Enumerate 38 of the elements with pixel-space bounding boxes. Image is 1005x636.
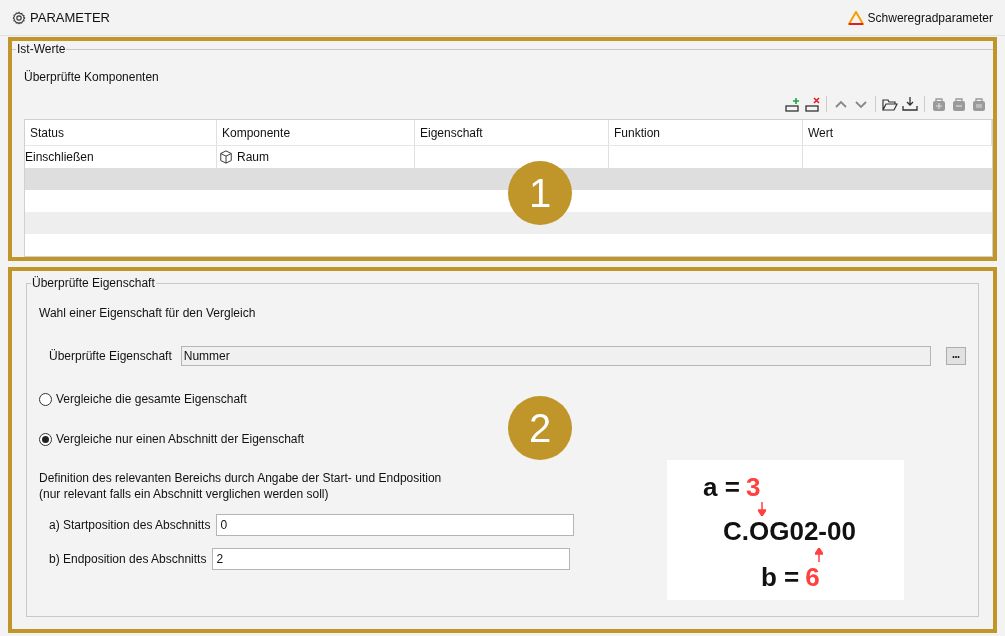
example-code: C.OG02-00 xyxy=(723,518,857,544)
column-header[interactable]: Status xyxy=(25,120,217,145)
radio-button[interactable] xyxy=(39,392,52,406)
component-name: Raum xyxy=(237,149,269,166)
position-field[interactable]: 0 xyxy=(216,514,575,536)
description-text: (nur relevant falls ein Abschnitt verglichen werden soll) xyxy=(39,486,330,502)
panel-title: PARAMETER xyxy=(30,8,110,27)
group-legend: Überprüfte Eigenschaft xyxy=(31,276,156,290)
property-field[interactable]: Nummer xyxy=(180,346,931,366)
cube-icon xyxy=(219,150,233,164)
parameter-link[interactable]: Schweregradparameter xyxy=(867,8,993,27)
section-heading: Überprüfte Komponenten xyxy=(24,69,160,86)
section-heading: Wahl einer Eigenschaft für den Vergleich xyxy=(39,305,257,322)
formula-label: a = xyxy=(703,474,740,500)
remove-row-icon[interactable] xyxy=(804,95,820,112)
column-header[interactable]: Wert xyxy=(803,120,992,145)
formula-label: b = xyxy=(761,564,800,590)
gear-icon xyxy=(12,10,26,25)
column-header[interactable]: Funktion xyxy=(609,120,803,145)
add-row-icon[interactable] xyxy=(784,95,800,112)
number-badge: 2 xyxy=(508,396,572,460)
column-header[interactable]: Komponente xyxy=(217,120,415,145)
download-icon[interactable] xyxy=(902,95,918,112)
formula-value: 6 xyxy=(805,564,820,590)
arrow-down-icon xyxy=(758,502,766,516)
field-label: Überprüfte Eigenschaft xyxy=(49,348,172,365)
field-label: a) Startposition des Abschnitts xyxy=(49,517,211,534)
column-header[interactable]: Eigenschaft xyxy=(415,120,609,145)
group-legend: Ist-Werte xyxy=(16,42,67,56)
formula-value: 3 xyxy=(745,474,761,500)
radio-label: Vergleiche die gesamte Eigenschaft xyxy=(56,391,247,408)
field-label: b) Endposition des Abschnitts xyxy=(49,551,207,568)
radio-label: Vergleiche nur einen Abschnitt der Eigenschaft xyxy=(56,431,305,448)
radio-button[interactable] xyxy=(39,432,52,446)
description-text: Definition des relevanten Bereichs durch Angabe der Start- und Endposition xyxy=(39,470,443,486)
position-field[interactable]: 2 xyxy=(212,548,571,570)
triangle-logo-icon xyxy=(847,10,864,25)
arrow-up-icon xyxy=(815,548,823,562)
